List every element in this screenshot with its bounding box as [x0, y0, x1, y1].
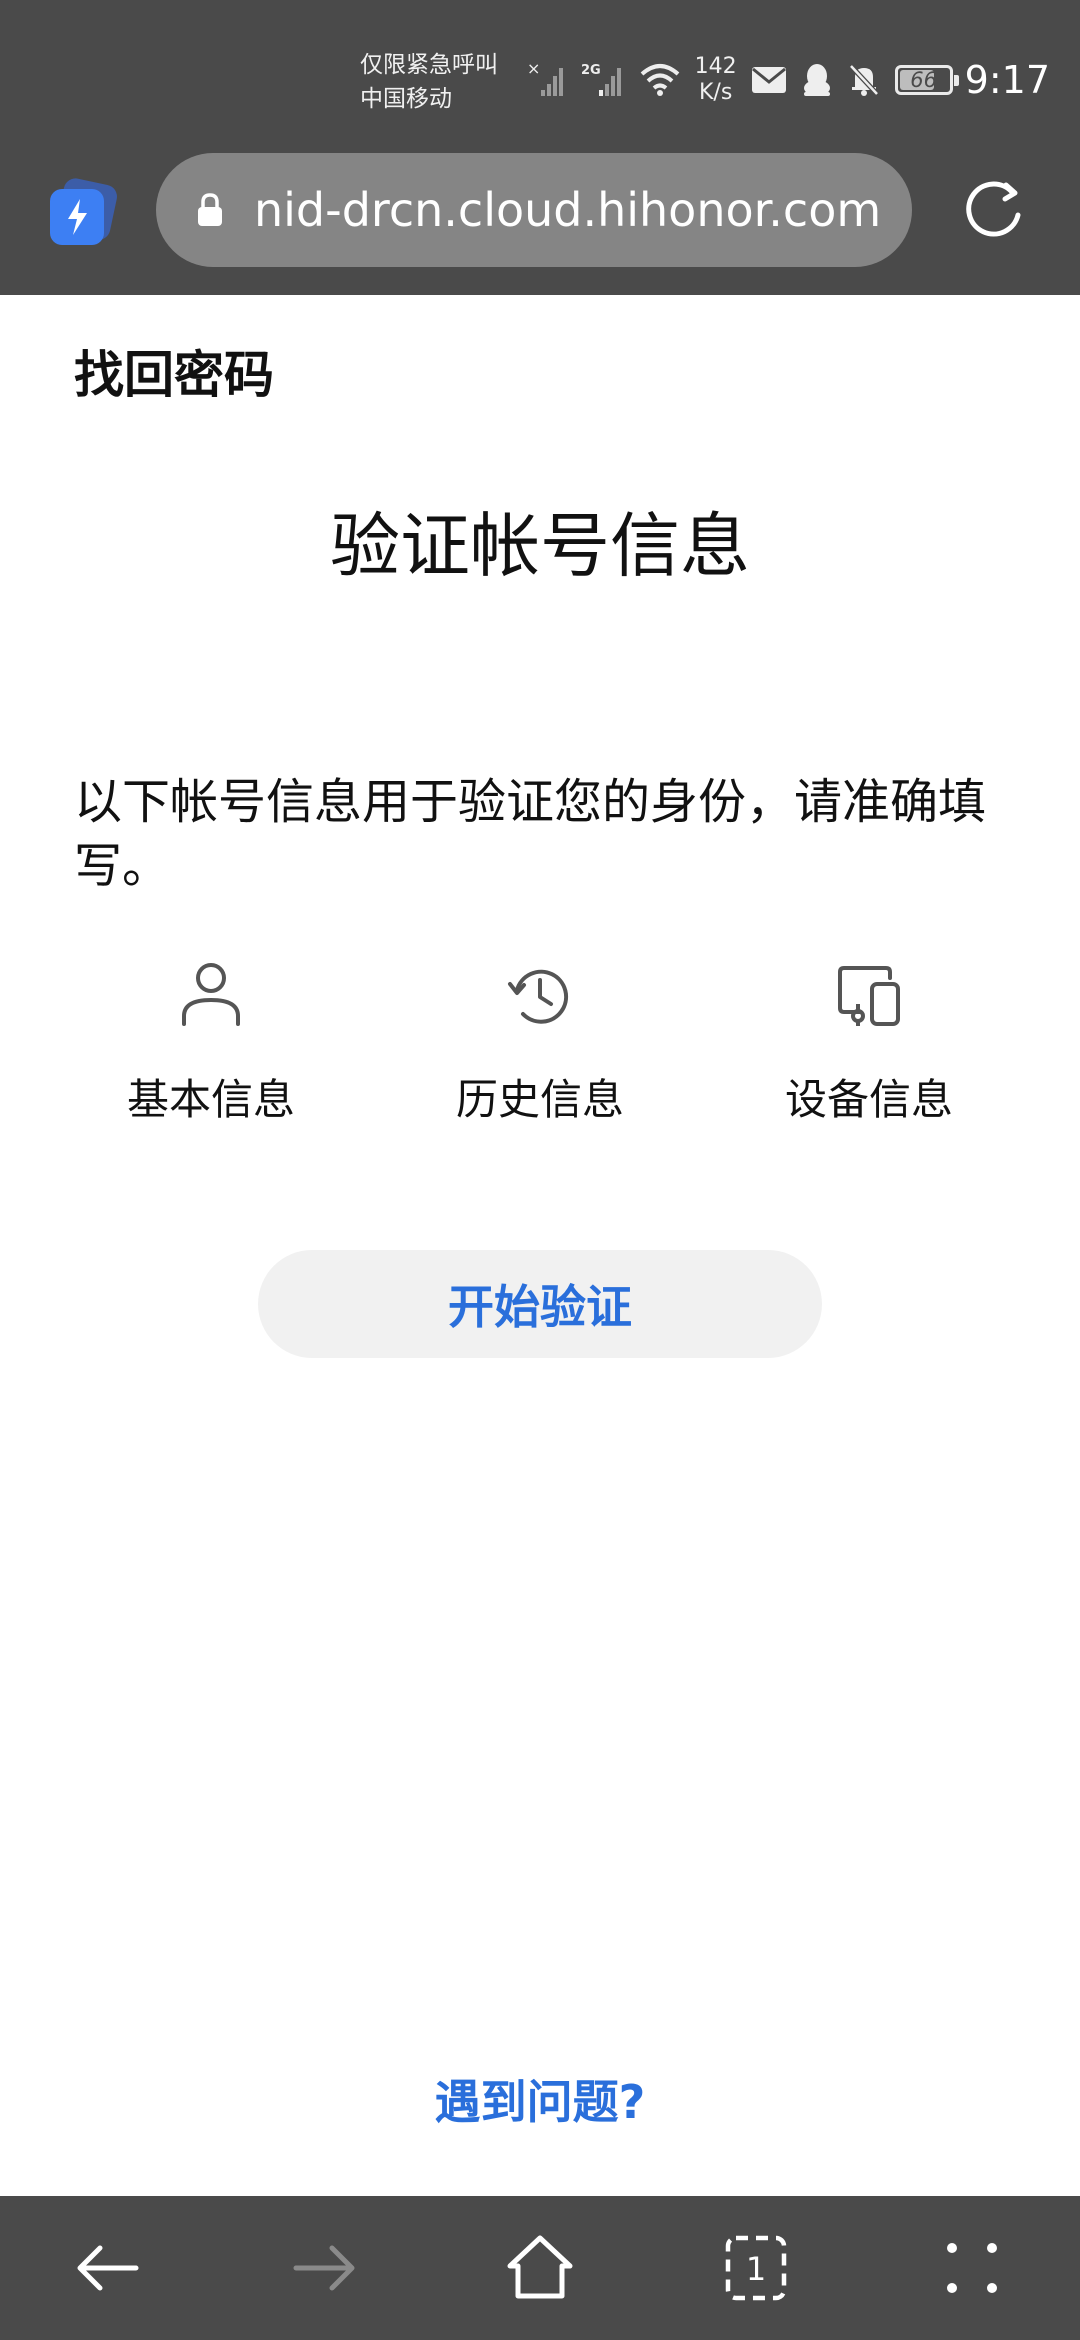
- browser-app-icon[interactable]: [46, 177, 118, 249]
- signal-2g-icon: 2G: [581, 63, 621, 96]
- feature-history-info: 历史信息: [410, 960, 670, 1127]
- speed-unit: K/s: [699, 80, 733, 105]
- feature-label: 基本信息: [126, 1075, 295, 1124]
- home-icon[interactable]: [504, 2232, 576, 2304]
- browser-bottom-nav: 1: [0, 2196, 1080, 2340]
- devices-icon: [838, 966, 900, 1026]
- back-arrow-icon[interactable]: [72, 2232, 144, 2304]
- carrier-info: 仅限紧急呼叫 中国移动: [360, 48, 498, 116]
- status-bar: 仅限紧急呼叫 中国移动 × 2G 142 K/s 66 9:17: [0, 0, 1080, 145]
- tab-count: 1: [746, 2250, 766, 2288]
- lock-icon: [198, 193, 222, 226]
- verification-items: 基本信息 历史信息 设备信息: [0, 960, 1080, 1140]
- svg-text:×: ×: [527, 60, 540, 78]
- url-text: nid-drcn.cloud.hihonor.com: [254, 183, 882, 237]
- wifi-icon: [640, 64, 679, 96]
- tabs-icon[interactable]: 1: [720, 2232, 792, 2304]
- battery-level: 66: [910, 68, 938, 92]
- battery-icon: 66: [894, 65, 959, 95]
- page-title: 验证帐号信息: [330, 505, 750, 587]
- carrier-line-emergency: 仅限紧急呼叫: [360, 52, 498, 78]
- mail-icon: [751, 67, 786, 93]
- page-header: 找回密码: [74, 346, 274, 404]
- person-icon: [182, 963, 240, 1026]
- notifications-muted-icon: [848, 64, 879, 96]
- network-type-label: 2G: [581, 63, 601, 78]
- carrier-line-name: 中国移动: [360, 86, 452, 112]
- help-link[interactable]: 遇到问题?: [0, 2066, 1080, 2132]
- feature-label: 设备信息: [784, 1075, 953, 1124]
- qq-icon: [803, 64, 830, 96]
- reload-icon[interactable]: [960, 175, 1030, 245]
- start-verification-button[interactable]: 开始验证: [258, 1250, 822, 1358]
- signal-no-service-icon: ×: [527, 60, 563, 96]
- feature-label: 历史信息: [455, 1075, 624, 1124]
- url-field[interactable]: nid-drcn.cloud.hihonor.com: [156, 153, 912, 267]
- browser-address-bar: nid-drcn.cloud.hihonor.com: [0, 145, 1080, 295]
- feature-basic-info: 基本信息: [81, 960, 341, 1127]
- feature-device-info: 设备信息: [739, 960, 999, 1127]
- forward-arrow-icon[interactable]: [288, 2232, 360, 2304]
- more-menu-icon[interactable]: [936, 2232, 1008, 2304]
- clock-time: 9:17: [964, 58, 1050, 102]
- speed-value: 142: [694, 54, 737, 79]
- network-speed: 142 K/s: [695, 54, 737, 106]
- instructions-text: 以下帐号信息用于验证您的身份，请准确填写。: [74, 774, 987, 894]
- history-clock-icon: [508, 969, 568, 1024]
